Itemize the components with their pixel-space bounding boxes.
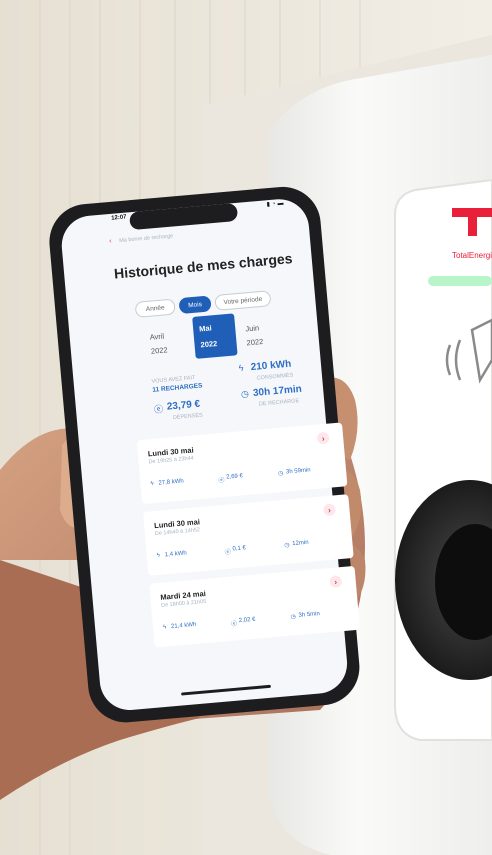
charge-energy: 21,4 kWh xyxy=(170,621,197,631)
charge-energy: 27,8 kWh xyxy=(158,478,185,487)
clock-icon: ◷ xyxy=(277,470,284,478)
bolt-icon: ϟ xyxy=(150,481,154,488)
charger-led-strip xyxy=(428,276,492,286)
charge-cost: 2,02 € xyxy=(238,616,256,625)
back-icon[interactable]: ‹ xyxy=(109,238,112,245)
euro-icon: ⓔ xyxy=(224,549,232,557)
status-icons: ▮◔▬ xyxy=(266,199,285,208)
summary-energy-label: CONSOMMÉS xyxy=(256,372,294,382)
clock-icon: ◷ xyxy=(240,388,250,400)
chevron-right-icon[interactable]: › xyxy=(322,503,336,517)
tab-votre-periode[interactable]: Votre période xyxy=(214,290,272,311)
summary-energy: 210 kWh xyxy=(250,358,292,374)
chevron-right-icon[interactable]: › xyxy=(316,431,330,445)
charge-energy: 1,4 kWh xyxy=(164,550,187,559)
month-avril[interactable]: Avril 2022 xyxy=(145,324,188,363)
app-screen: 12:07 ▮◔▬ ‹ Ma borne de recharge Histori… xyxy=(96,186,361,683)
status-time: 12:07 xyxy=(110,214,127,222)
charge-duration: 3h 5min xyxy=(298,611,321,619)
month-mai-year: 2022 xyxy=(200,338,218,350)
euro-icon: ⓔ xyxy=(153,403,164,415)
tab-mois[interactable]: Mois xyxy=(178,295,212,315)
euro-icon: ⓔ xyxy=(218,477,225,485)
page-title: Historique de mes charges xyxy=(113,250,294,282)
tab-mois-label: Mois xyxy=(187,300,203,309)
clock-icon: ◷ xyxy=(290,614,297,621)
battery-icon: ▬ xyxy=(277,200,286,208)
month-juin-year: 2022 xyxy=(246,336,264,348)
tab-votre-periode-label: Votre période xyxy=(223,295,263,306)
charge-duration: 12min xyxy=(292,539,309,548)
summary-cost-label: DÉPENSÉS xyxy=(172,412,203,422)
bolt-icon: ϟ xyxy=(156,552,161,560)
charge-cost: 0,1 € xyxy=(232,545,247,553)
charge-card[interactable]: Lundi 30 mai De 14h40 à 14h52 › ϟ 1,4 kW… xyxy=(142,494,354,576)
month-juin[interactable]: Juin 2022 xyxy=(240,315,283,354)
month-avril-name: Avril xyxy=(149,331,165,342)
summary-cost: 23,79 € xyxy=(166,398,201,413)
bolt-icon: ϟ xyxy=(238,362,244,374)
summary-duration-label: DE RECHARGE xyxy=(258,398,300,408)
charge-duration: 3h 59min xyxy=(285,467,311,476)
month-juin-name: Juin xyxy=(244,323,260,334)
svg-text:TotalEnergies: TotalEnergies xyxy=(452,251,492,260)
month-mai-name: Mai xyxy=(198,323,213,334)
month-avril-year: 2022 xyxy=(150,345,168,356)
summary-duration: 30h 17min xyxy=(252,383,303,400)
chevron-right-icon[interactable]: › xyxy=(329,575,343,589)
bolt-icon: ϟ xyxy=(162,624,167,631)
month-mai[interactable]: Mai 2022 xyxy=(192,313,238,359)
back-link[interactable]: Ma borne de recharge xyxy=(119,233,173,244)
charge-card[interactable]: Mardi 24 mai De 18h00 à 21h05 › ϟ 21,4 k… xyxy=(149,565,361,648)
tab-annee-label: Année xyxy=(145,303,165,313)
charge-cost: 2,69 € xyxy=(226,473,244,481)
euro-icon: ⓔ xyxy=(230,621,238,628)
tab-annee[interactable]: Année xyxy=(134,298,176,318)
charge-card[interactable]: Lundi 30 mai De 19h25 à 23h44 › ϟ 27,8 k… xyxy=(136,422,348,505)
clock-icon: ◷ xyxy=(284,542,290,549)
